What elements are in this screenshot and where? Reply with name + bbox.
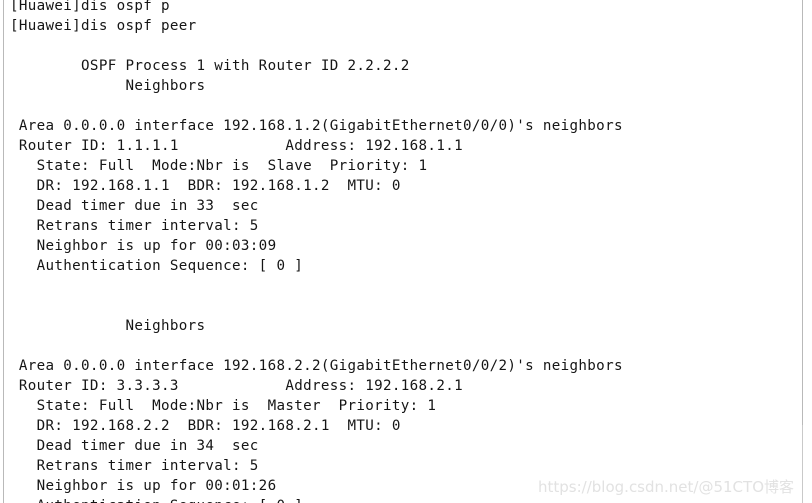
console-line: [Huawei]dis ospf peer <box>10 18 197 34</box>
console-line: Dead timer due in 33 sec <box>10 198 259 214</box>
console-line: Neighbor is up for 00:01:26 <box>10 478 277 494</box>
console-output[interactable]: [Huawei]dis ospf p [Huawei]dis ospf peer … <box>0 0 812 503</box>
console-line: Area 0.0.0.0 interface 192.168.2.2(Gigab… <box>10 358 623 374</box>
console-line: [Huawei]dis ospf p <box>10 0 170 14</box>
console-line: Retrans timer interval: 5 <box>10 458 259 474</box>
console-line: Area 0.0.0.0 interface 192.168.1.2(Gigab… <box>10 118 623 134</box>
console-line: Authentication Sequence: [ 0 ] <box>0 496 812 503</box>
console-line: Router ID: 1.1.1.1 Address: 192.168.1.1 <box>10 138 463 154</box>
console-line: Authentication Sequence: [ 0 ] <box>10 258 304 274</box>
console-line: Neighbors <box>10 78 206 94</box>
console-line: OSPF Process 1 with Router ID 2.2.2.2 <box>10 58 410 74</box>
console-line: Neighbor is up for 00:03:09 <box>10 238 277 254</box>
console-line: Dead timer due in 34 sec <box>10 438 259 454</box>
console-line: Router ID: 3.3.3.3 Address: 192.168.2.1 <box>10 378 463 394</box>
console-line: Retrans timer interval: 5 <box>10 218 259 234</box>
console-line: Neighbors <box>10 318 206 334</box>
console-line: State: Full Mode:Nbr is Slave Priority: … <box>10 158 428 174</box>
console-line: DR: 192.168.1.1 BDR: 192.168.1.2 MTU: 0 <box>10 178 401 194</box>
console-line: State: Full Mode:Nbr is Master Priority:… <box>10 398 437 414</box>
console-line: DR: 192.168.2.2 BDR: 192.168.2.1 MTU: 0 <box>10 418 401 434</box>
terminal-window: [Huawei]dis ospf p [Huawei]dis ospf peer … <box>0 0 812 503</box>
